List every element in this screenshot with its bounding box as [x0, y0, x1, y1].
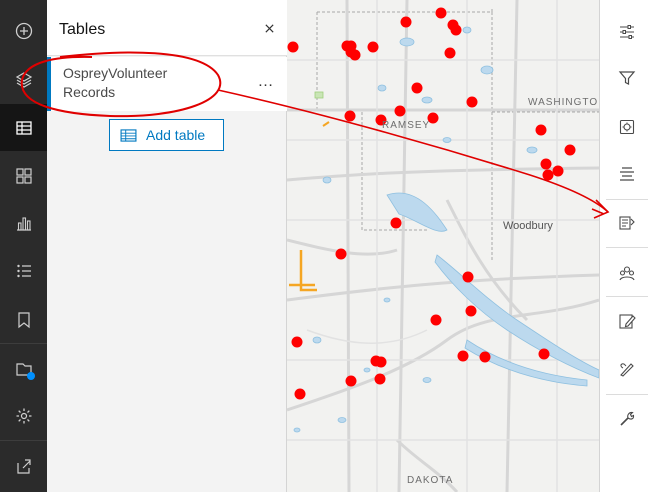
bookmark-icon — [17, 311, 30, 328]
map-point[interactable] — [349, 49, 361, 61]
edit-button[interactable] — [600, 298, 653, 344]
filter-button[interactable] — [600, 55, 653, 101]
properties-sliders-icon — [620, 25, 634, 39]
map-point[interactable] — [552, 165, 564, 177]
map-label-ramsey: RAMSEY — [382, 120, 431, 131]
panel-header: Tables — [47, 0, 287, 56]
map-point[interactable] — [444, 47, 456, 59]
map-point[interactable] — [294, 388, 306, 400]
labels-button[interactable] — [600, 152, 653, 198]
effects-icon — [619, 119, 635, 135]
clustering-button[interactable] — [600, 250, 653, 296]
edit-icon — [619, 314, 636, 329]
add-button[interactable] — [0, 7, 47, 54]
basemap — [287, 0, 599, 492]
add-icon — [15, 22, 32, 39]
map-label-woodbury: Woodbury — [503, 220, 553, 232]
panel-title: Tables — [59, 21, 106, 38]
map-point[interactable] — [479, 351, 491, 363]
labels-icon — [620, 167, 634, 181]
notification-dot — [27, 372, 35, 380]
map-point[interactable] — [538, 348, 550, 360]
map-point[interactable] — [287, 41, 299, 53]
map-point[interactable] — [374, 373, 386, 385]
share-button[interactable] — [0, 442, 47, 489]
map-point[interactable] — [450, 24, 462, 36]
map-point[interactable] — [335, 248, 347, 260]
utility-button[interactable] — [600, 396, 653, 442]
table-icon — [120, 128, 137, 142]
utility-icon — [620, 411, 635, 426]
map-point[interactable] — [540, 158, 552, 170]
map-point[interactable] — [542, 169, 554, 181]
map-point[interactable] — [291, 336, 303, 348]
pop-up-config-icon — [619, 216, 635, 230]
map-point[interactable] — [465, 305, 477, 317]
map-point[interactable] — [394, 105, 406, 117]
map-point[interactable] — [400, 16, 412, 28]
tables-icon — [15, 120, 32, 135]
map-point[interactable] — [344, 110, 356, 122]
charts-button[interactable] — [0, 199, 47, 246]
map-point[interactable] — [375, 356, 387, 368]
map-point[interactable] — [462, 271, 474, 283]
map-point[interactable] — [390, 217, 402, 229]
legend-icon — [16, 264, 31, 277]
basemap-button[interactable] — [0, 345, 47, 392]
close-button[interactable] — [259, 18, 279, 38]
map-point[interactable] — [435, 7, 447, 19]
settings-icon — [16, 408, 31, 423]
map-label-dakota: DAKOTA — [407, 475, 454, 486]
widgets-button[interactable] — [0, 152, 47, 199]
map-point[interactable] — [430, 314, 442, 326]
layers-icon — [15, 71, 32, 88]
map-point[interactable] — [564, 144, 576, 156]
settings-toolbar — [599, 0, 653, 492]
map-point[interactable] — [535, 124, 547, 136]
effects-button[interactable] — [600, 104, 653, 150]
clustering-icon — [619, 266, 635, 281]
configure-pop-ups-button[interactable] — [600, 200, 653, 246]
map-point[interactable] — [367, 41, 379, 53]
bookmarks-button[interactable] — [0, 296, 47, 343]
legend-button[interactable] — [0, 247, 47, 294]
table-item-label: OspreyVolunteer Records — [63, 65, 168, 100]
sketch-icon — [620, 363, 634, 377]
map-point[interactable] — [345, 375, 357, 387]
properties-button[interactable] — [600, 9, 653, 55]
tables-panel: Tables OspreyVolunteer Records … Add tab… — [47, 0, 287, 492]
add-table-button[interactable]: Add table — [109, 119, 224, 151]
charts-icon — [16, 216, 31, 231]
table-list-item[interactable]: OspreyVolunteer Records … — [47, 57, 287, 111]
widgets-icon — [15, 167, 32, 184]
map-label-washington: WASHINGTO — [528, 97, 599, 108]
map-point[interactable] — [466, 96, 478, 108]
map-view[interactable]: WASHINGTO RAMSEY Woodbury DAKOTA — [287, 0, 599, 492]
layers-button[interactable] — [0, 56, 47, 103]
share-icon — [16, 458, 31, 474]
more-options-button[interactable]: … — [255, 73, 277, 91]
sketch-button[interactable] — [600, 346, 653, 392]
close-icon — [264, 23, 274, 33]
add-table-label: Add table — [146, 127, 206, 143]
settings-button[interactable] — [0, 392, 47, 439]
map-point[interactable] — [411, 82, 423, 94]
tables-button[interactable] — [0, 104, 47, 151]
filter-icon — [618, 71, 636, 85]
map-point[interactable] — [457, 350, 469, 362]
left-toolbar — [0, 0, 47, 492]
